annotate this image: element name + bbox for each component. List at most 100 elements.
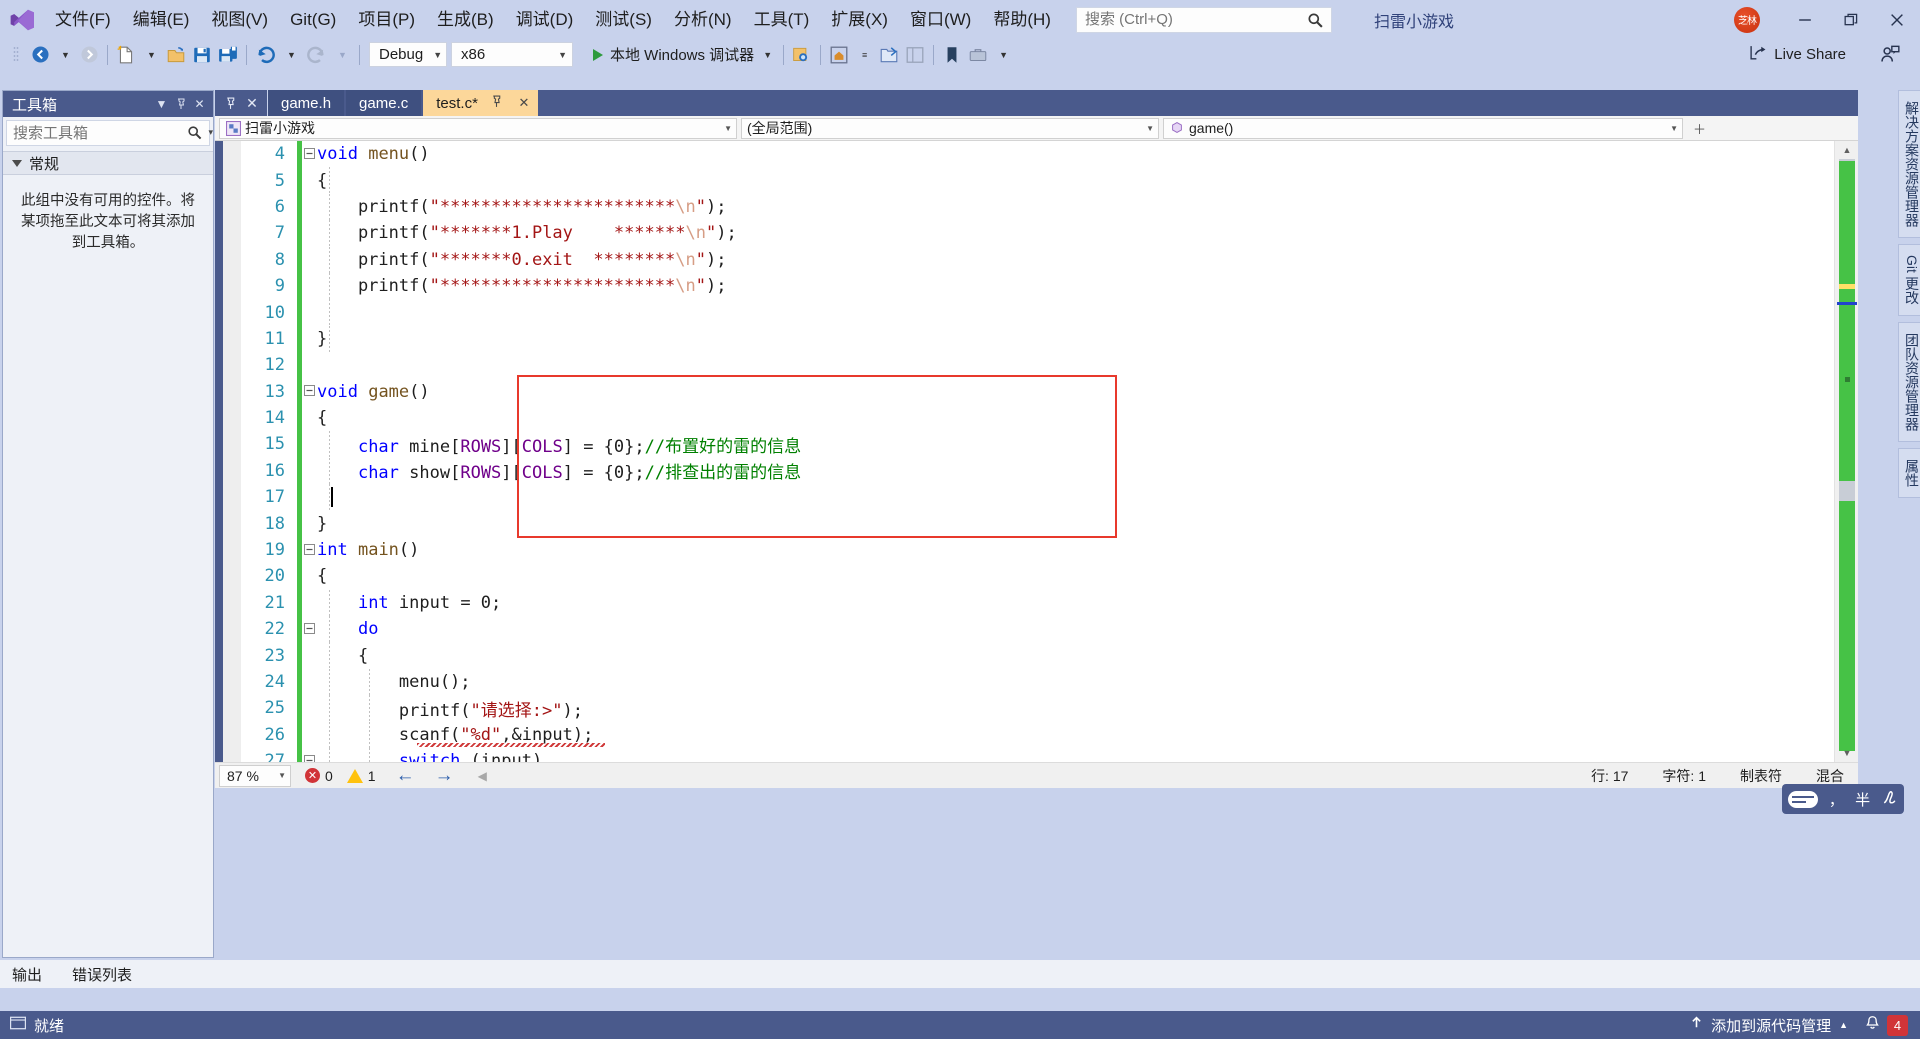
code-line[interactable]: 17 <box>241 484 1834 511</box>
code-line[interactable]: 21 int input = 0; <box>241 589 1834 617</box>
solution-explorer-button[interactable] <box>876 42 902 68</box>
rail-team-explorer[interactable]: 团队资源管理器 <box>1898 321 1920 442</box>
project-combo[interactable]: 扫雷小游戏 ▼ <box>219 117 737 139</box>
open-file-button[interactable] <box>163 42 189 68</box>
configuration-combo[interactable]: Debug ▼ <box>369 42 447 67</box>
search-input[interactable] <box>1076 10 1295 29</box>
new-file-dropdown[interactable]: ▼ <box>139 42 163 68</box>
fold-toggle-icon[interactable] <box>302 754 317 762</box>
ime-language-bar[interactable]: ， 半 <box>1782 784 1904 814</box>
tab-game-c[interactable]: game.c <box>346 90 422 116</box>
code-line[interactable]: 18} <box>241 510 1834 537</box>
code-line[interactable]: 9 printf("***********************\n"); <box>241 272 1834 300</box>
fold-toggle-icon[interactable] <box>302 147 317 162</box>
next-issue-button[interactable]: → <box>435 765 454 787</box>
navbar-expand-icon[interactable]: ＋ <box>1693 119 1706 138</box>
avatar[interactable]: 芝林 <box>1734 6 1760 33</box>
code-editor[interactable]: 4 void menu() 5{6 printf("****************… <box>215 141 1858 762</box>
menu-tools[interactable]: 工具(T) <box>743 5 821 35</box>
ime-punctuation-icon[interactable]: ， <box>1829 789 1844 810</box>
tab-output[interactable]: 输出 <box>6 961 48 988</box>
rail-properties[interactable]: 属性 <box>1898 447 1920 498</box>
menu-help[interactable]: 帮助(H) <box>982 5 1062 35</box>
code-line[interactable]: 27 switch (input) <box>241 747 1834 762</box>
menu-project[interactable]: 项目(P) <box>347 5 426 35</box>
pin-icon[interactable] <box>489 95 505 111</box>
toolbox-search[interactable]: ▾ <box>6 120 213 146</box>
close-icon[interactable]: ✕ <box>190 95 209 114</box>
menu-analyze[interactable]: 分析(N) <box>663 5 743 35</box>
code-line[interactable]: 4 void menu() <box>241 141 1834 168</box>
notifications-button[interactable]: 4 <box>1858 1014 1920 1036</box>
code-line[interactable]: 22 do <box>241 616 1834 643</box>
close-button[interactable] <box>1874 0 1920 39</box>
menu-window[interactable]: 窗口(W) <box>899 5 982 35</box>
close-icon[interactable]: ✕ <box>241 92 263 114</box>
toolbar-options-grip[interactable] <box>4 42 28 68</box>
code-line[interactable]: 15 char mine[ROWS][COLS] = {0};//布置好的雷的信… <box>241 431 1834 458</box>
ime-handwriting-icon[interactable] <box>1881 789 1898 810</box>
code-lines-container[interactable]: 4 void menu() 5{6 printf("****************… <box>241 141 1834 762</box>
ime-mode-icon[interactable] <box>1787 790 1818 808</box>
maximize-restore-button[interactable] <box>1828 0 1874 39</box>
tab-error-list[interactable]: 错误列表 <box>66 961 138 988</box>
feedback-icon[interactable] <box>1879 44 1900 70</box>
undo-dropdown[interactable]: ▼ <box>279 42 303 68</box>
new-file-button[interactable] <box>113 42 139 68</box>
error-count[interactable]: ✕ 0 <box>305 768 333 784</box>
zoom-combo[interactable]: 87 % ▼ <box>219 764 291 787</box>
menu-debug[interactable]: 调试(D) <box>505 5 585 35</box>
code-line[interactable]: 7 printf("*******1.Play *******\n"); <box>241 220 1834 247</box>
navigate-forward-button[interactable] <box>77 42 102 68</box>
code-line[interactable]: 19 int main() <box>241 536 1834 564</box>
menu-edit[interactable]: 编辑(E) <box>122 5 201 35</box>
start-debugging-button[interactable]: 本地 Windows 调试器 ▼ <box>587 42 778 68</box>
fold-toggle-icon[interactable] <box>302 384 317 399</box>
fold-toggle-icon[interactable] <box>302 622 317 637</box>
fold-toggle-icon[interactable] <box>302 543 317 558</box>
menu-git[interactable]: Git(G) <box>279 5 347 35</box>
code-line[interactable]: 5{ <box>241 167 1834 194</box>
bookmark-icon[interactable] <box>939 42 965 68</box>
scope-combo[interactable]: (全局范围) ▼ <box>741 117 1159 139</box>
toolbar-overflow-icon[interactable]: ▼ <box>991 42 1015 68</box>
pin-icon[interactable] <box>219 92 241 114</box>
save-button[interactable] <box>189 42 215 68</box>
tab-test-c[interactable]: test.c* ✕ <box>423 90 538 116</box>
menu-test[interactable]: 测试(S) <box>584 5 663 35</box>
toolbar-more-icon[interactable]: ≡ <box>852 42 876 68</box>
code-line[interactable]: 6 printf("***********************\n"); <box>241 193 1834 221</box>
live-share-button[interactable]: Live Share <box>1749 43 1846 66</box>
rail-git-changes[interactable]: Git 更改 <box>1898 244 1920 316</box>
global-search[interactable] <box>1075 6 1332 33</box>
scroll-up-button[interactable]: ▲ <box>1835 141 1858 159</box>
previous-issue-button[interactable]: ← <box>396 765 415 787</box>
platform-combo[interactable]: x86 ▼ <box>451 42 573 67</box>
toolbox-group-general[interactable]: 常规 <box>3 151 213 175</box>
pin-icon[interactable] <box>171 95 190 114</box>
menu-build[interactable]: 生成(B) <box>426 5 505 35</box>
code-line[interactable]: 26 scanf("%d",&input); <box>241 721 1834 748</box>
menu-view[interactable]: 视图(V) <box>200 5 279 35</box>
attach-to-process-button[interactable] <box>789 42 815 68</box>
save-all-button[interactable] <box>215 42 241 68</box>
code-line[interactable]: 23 { <box>241 642 1834 669</box>
minimize-button[interactable] <box>1782 0 1828 39</box>
editor-vertical-scrollbar[interactable]: ▲ ▼ <box>1834 141 1858 762</box>
status-overflow-icon[interactable]: ◀ <box>478 769 487 783</box>
close-icon[interactable]: ✕ <box>516 95 532 111</box>
code-line[interactable]: 10 <box>241 299 1834 326</box>
code-line[interactable]: 16 char show[ROWS][COLS] = {0};//排查出的雷的信… <box>241 457 1834 485</box>
breakpoint-margin[interactable] <box>223 141 241 762</box>
undo-button[interactable] <box>252 42 279 68</box>
toolbox-search-input[interactable] <box>7 123 177 143</box>
code-line[interactable]: 20 { <box>241 563 1834 590</box>
code-line[interactable]: 25 printf("请选择:>"); <box>241 695 1834 722</box>
add-to-source-control-button[interactable]: 添加到源代码管理 ▲ <box>1679 1015 1858 1036</box>
warning-count[interactable]: 1 <box>346 768 376 784</box>
scroll-down-button[interactable]: ▼ <box>1835 744 1858 762</box>
menu-extensions[interactable]: 扩展(X) <box>820 5 899 35</box>
chevron-down-icon[interactable]: ▼ <box>152 95 171 114</box>
navigate-backward-dropdown[interactable]: ▼ <box>53 42 77 68</box>
code-line[interactable]: 12 <box>241 352 1834 379</box>
